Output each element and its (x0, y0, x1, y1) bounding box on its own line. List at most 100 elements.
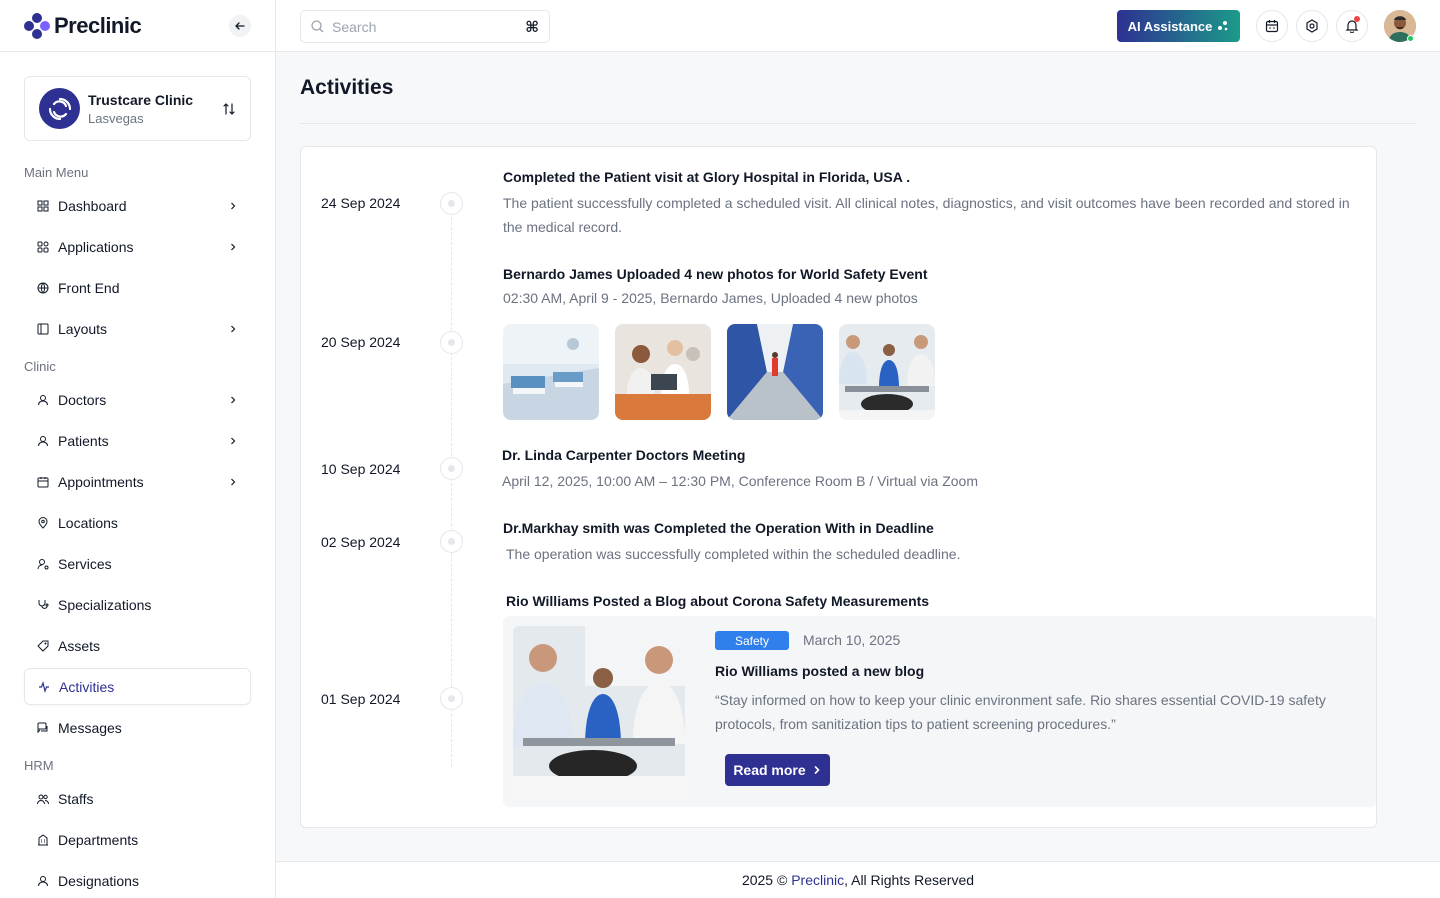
timeline-dot (440, 192, 463, 215)
gear-icon (1306, 19, 1318, 33)
sidebar-item-label: Staffs (58, 790, 94, 807)
user-icon (36, 393, 50, 407)
settings-button[interactable] (1296, 10, 1328, 42)
sidebar-item-label: Activities (59, 678, 115, 695)
sidebar-item-locations[interactable]: Locations (24, 504, 251, 541)
sidebar-item-label: Dashboard (58, 197, 127, 214)
collapse-sidebar-button[interactable] (229, 14, 251, 37)
event-photo-xray[interactable] (615, 324, 711, 420)
sparkle-icon (1218, 21, 1228, 31)
sidebar-item-label: Departments (58, 831, 139, 848)
search-icon (311, 20, 324, 33)
chevron-right-icon (231, 243, 236, 250)
command-shortcut-icon: ⌘ (525, 18, 539, 36)
timeline-dot (440, 530, 463, 553)
chevron-right-icon (231, 325, 236, 332)
event-photo-corridor[interactable] (727, 324, 823, 420)
apps-icon (36, 240, 50, 254)
users-icon (36, 792, 50, 806)
timeline-dot (440, 687, 463, 710)
sidebar-item-departments[interactable]: Departments (24, 821, 251, 858)
notification-dot (1354, 16, 1360, 22)
event-title: Rio Williams Posted a Blog about Corona … (506, 593, 930, 609)
chevron-right-icon (231, 437, 236, 444)
event-text: April 12, 2025, 10:00 AM – 12:30 PM, Con… (502, 473, 978, 489)
sidebar-item-label: Appointments (58, 473, 144, 490)
sidebar-item-label: Doctors (58, 391, 107, 408)
event-title: Dr.Markhay smith was Completed the Opera… (503, 520, 934, 536)
arrow-left-icon (235, 21, 245, 30)
title-divider (300, 123, 1416, 124)
timeline-line (451, 207, 452, 767)
activities-card: 24 Sep 2024 20 Sep 2024 10 Sep 2024 02 S… (300, 146, 1377, 828)
sidebar-item-front-end[interactable]: Front End (24, 269, 251, 306)
timeline-dot (440, 331, 463, 354)
tag-icon (36, 639, 50, 653)
blog-image[interactable] (513, 626, 685, 797)
sidebar-item-label: Front End (58, 279, 120, 296)
event-photo-ward[interactable] (503, 324, 599, 420)
sidebar-item-specializations[interactable]: Specializations (24, 586, 251, 623)
footer: 2025 © Preclinic , All Rights Reserved (276, 861, 1440, 898)
search-box[interactable]: ⌘ (300, 10, 550, 43)
blog-category-badge: Safety (715, 631, 789, 650)
chevron-right-icon (231, 478, 236, 485)
event-text: The operation was successfully completed… (506, 546, 961, 562)
user-badge-icon (36, 874, 50, 888)
sidebar-item-patients[interactable]: Patients (24, 422, 251, 459)
clinic-logo-icon (39, 88, 80, 129)
event-title: Bernardo James Uploaded 4 new photos for… (503, 266, 928, 282)
read-more-label: Read more (733, 762, 806, 778)
online-status-dot (1407, 35, 1414, 42)
swap-vertical-icon (223, 102, 235, 115)
brand-name: Preclinic (54, 12, 142, 38)
sidebar-item-applications[interactable]: Applications (24, 228, 251, 265)
blog-excerpt: “Stay informed on how to keep your clini… (715, 692, 1326, 732)
sidebar-item-layouts[interactable]: Layouts (24, 310, 251, 347)
sidebar-item-designations[interactable]: Designations (24, 862, 251, 898)
sidebar-item-label: Messages (58, 719, 122, 736)
menu-heading-main: Main Menu (24, 164, 89, 180)
chevron-right-icon (814, 766, 820, 774)
notifications-button[interactable] (1336, 10, 1368, 42)
menu-heading-hrm: HRM (24, 757, 54, 773)
calendar-button[interactable] (1256, 10, 1288, 42)
sidebar-item-assets[interactable]: Assets (24, 627, 251, 664)
sidebar-item-dashboard[interactable]: Dashboard (24, 187, 251, 224)
sidebar-item-label: Applications (58, 238, 134, 255)
footer-brand-link[interactable]: Preclinic (791, 872, 844, 888)
globe-icon (36, 281, 50, 295)
sidebar-item-label: Assets (58, 637, 101, 654)
sidebar-item-staffs[interactable]: Staffs (24, 780, 251, 817)
footer-suffix: , All Rights Reserved (844, 872, 975, 888)
sidebar-item-label: Locations (58, 514, 118, 531)
event-title: Dr. Linda Carpenter Doctors Meeting (502, 447, 746, 463)
sidebar-item-label: Patients (58, 432, 109, 449)
clinic-name: Trustcare Clinic (88, 91, 194, 108)
footer-prefix: 2025 © (741, 872, 792, 888)
grid-icon (36, 199, 50, 213)
menu-heading-clinic: Clinic (24, 358, 56, 374)
sidebar-item-label: Designations (58, 872, 139, 889)
sidebar-item-doctors[interactable]: Doctors (24, 381, 251, 418)
sidebar-item-messages[interactable]: Messages (24, 709, 251, 746)
read-more-button[interactable]: Read more (725, 754, 830, 786)
topbar: ⌘ AI Assistance (276, 0, 1440, 52)
clinic-switcher[interactable]: Trustcare Clinic Lasvegas (24, 76, 251, 141)
ai-assistance-label: AI Assistance (1127, 18, 1213, 34)
building-icon (36, 833, 50, 847)
sidebar-item-label: Specializations (58, 596, 152, 613)
preclinic-logo-icon (24, 12, 50, 39)
sidebar-item-activities[interactable]: Activities (24, 668, 251, 705)
sidebar-item-services[interactable]: Services (24, 545, 251, 582)
timeline-dot (440, 457, 463, 480)
ai-assistance-button[interactable]: AI Assistance (1117, 10, 1240, 42)
sidebar-item-appointments[interactable]: Appointments (24, 463, 251, 500)
calendar-icon (1265, 20, 1279, 33)
layout-icon (36, 322, 50, 336)
search-input[interactable] (332, 18, 526, 35)
map-pin-icon (36, 516, 50, 530)
event-photo-emergency[interactable] (839, 324, 935, 420)
timeline-date: 02 Sep 2024 (321, 534, 401, 550)
sidebar: Preclinic Trustcare Clinic Lasvegas Main… (0, 0, 276, 898)
